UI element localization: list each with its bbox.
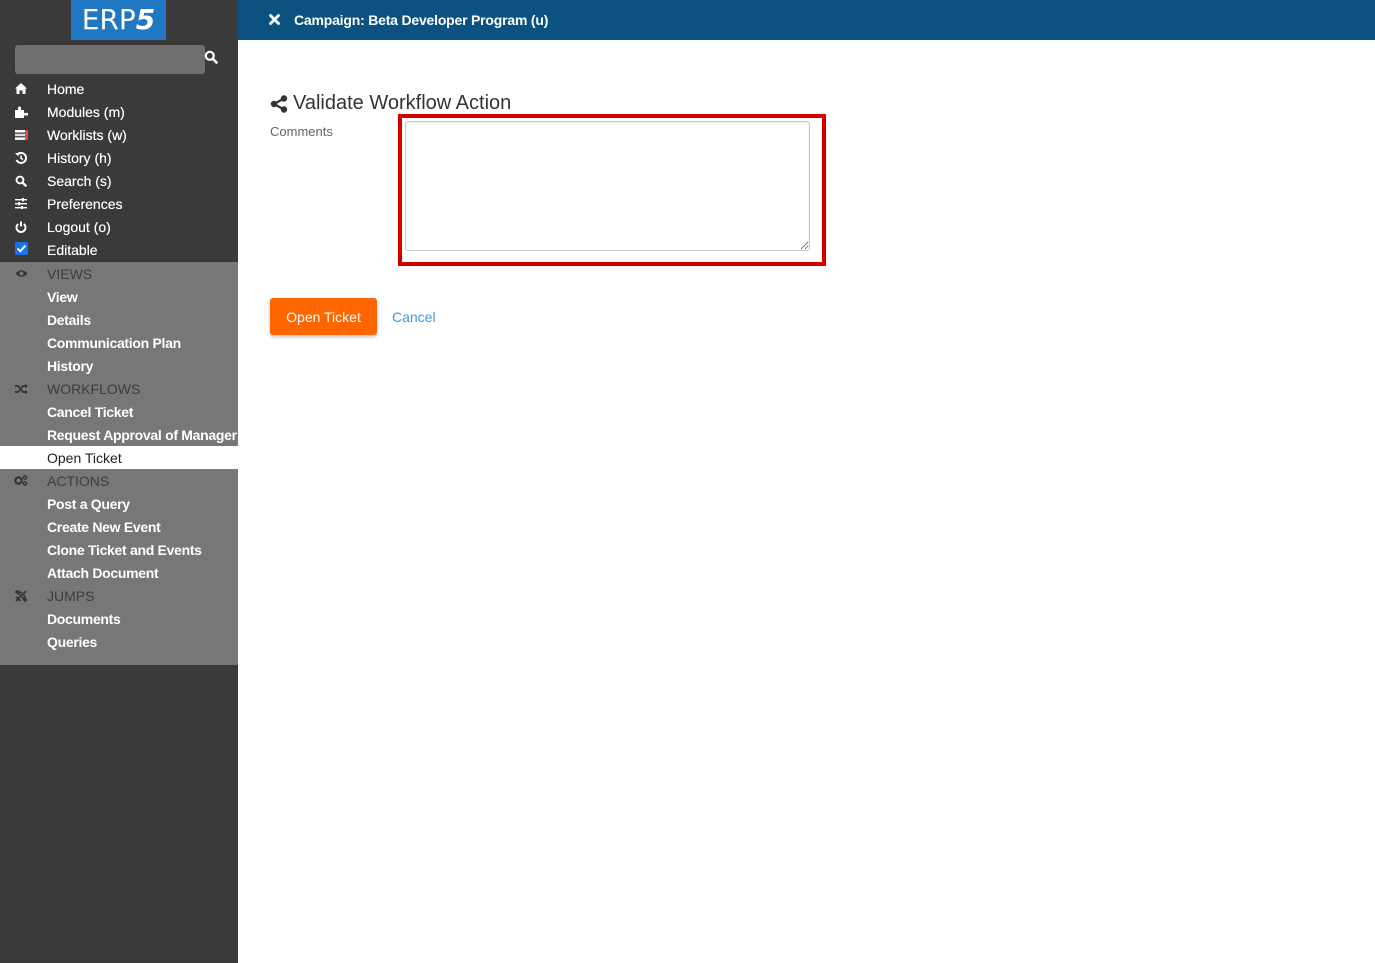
sidebar-item-history-view[interactable]: History xyxy=(0,354,238,377)
erp5-logo[interactable]: ERP5 xyxy=(71,0,166,40)
home-icon xyxy=(14,82,28,96)
sidebar-item-label: Modules (m) xyxy=(47,103,125,120)
cogs-icon xyxy=(14,474,28,488)
sidebar-item-label: Post a Query xyxy=(47,495,130,512)
sidebar-item-modules[interactable]: Modules (m) xyxy=(0,100,238,123)
sidebar-item-label: View xyxy=(47,288,78,305)
sidebar-item-home[interactable]: Home xyxy=(0,77,238,100)
group-title: ACTIONS xyxy=(47,472,110,489)
sidebar-item-post-query[interactable]: Post a Query xyxy=(0,492,238,515)
sidebar-groups: VIEWS View Details Communication Plan Hi… xyxy=(0,262,238,665)
sidebar-item-search[interactable]: Search (s) xyxy=(0,169,238,192)
views-header: VIEWS xyxy=(0,262,238,285)
plane-icon xyxy=(14,589,28,603)
sidebar-item-open-ticket[interactable]: Open Ticket xyxy=(0,446,238,469)
actions-header: ACTIONS xyxy=(0,469,238,492)
sidebar-item-label: Search (s) xyxy=(47,172,112,189)
history-icon xyxy=(14,151,28,165)
sidebar-item-label: Create New Event xyxy=(47,518,161,535)
sidebar-item-label: Home xyxy=(47,80,85,97)
sidebar-item-preferences[interactable]: Preferences xyxy=(0,192,238,215)
sidebar-item-label: Open Ticket xyxy=(47,449,122,466)
sidebar-item-worklists[interactable]: Worklists (w) xyxy=(0,123,238,146)
close-icon[interactable] xyxy=(269,12,281,26)
sidebar-item-label: Preferences xyxy=(47,195,123,212)
random-icon xyxy=(14,382,28,396)
sidebar-item-queries[interactable]: Queries xyxy=(0,630,238,653)
sidebar-item-clone-ticket[interactable]: Clone Ticket and Events xyxy=(0,538,238,561)
sidebar-item-label: History xyxy=(47,357,94,374)
search-icon xyxy=(14,174,28,188)
group-footer-spacer xyxy=(0,653,238,665)
main-content: Validate Workflow Action Comments Open T… xyxy=(238,40,1375,963)
sidebar-item-request-approval[interactable]: Request Approval of Manager xyxy=(0,423,238,446)
group-title: WORKFLOWS xyxy=(47,380,141,397)
sidebar-item-history[interactable]: History (h) xyxy=(0,146,238,169)
editable-toggle[interactable]: Editable xyxy=(0,238,238,262)
sidebar-item-label: Documents xyxy=(47,610,121,627)
logo-text: ERP xyxy=(81,3,136,36)
sidebar-item-logout[interactable]: Logout (o) xyxy=(0,215,238,238)
puzzle-icon xyxy=(14,105,28,119)
sidebar-item-label: Details xyxy=(47,311,91,328)
comments-textarea[interactable] xyxy=(405,121,810,251)
sidebar-item-label: Clone Ticket and Events xyxy=(47,541,202,558)
sidebar-item-communication-plan[interactable]: Communication Plan xyxy=(0,331,238,354)
form-title: Validate Workflow Action xyxy=(293,92,512,114)
search-button[interactable] xyxy=(204,50,220,66)
sidebar-item-label: Communication Plan xyxy=(47,334,181,351)
sidebar-item-label: Worklists (w) xyxy=(47,126,127,143)
search-icon xyxy=(204,50,218,64)
editable-label: Editable xyxy=(47,242,98,258)
sidebar-item-label: Queries xyxy=(47,633,98,650)
comments-label: Comments xyxy=(270,124,333,139)
power-icon xyxy=(14,220,28,234)
sliders-icon xyxy=(14,197,28,211)
sidebar-nav: Home Modules (m) Worklists (w) History (… xyxy=(0,77,238,665)
eye-icon xyxy=(14,267,28,281)
group-title: VIEWS xyxy=(47,265,93,282)
logo-suffix: 5 xyxy=(135,3,156,36)
sidebar-item-label: Logout (o) xyxy=(47,218,111,235)
sidebar-item-attach-document[interactable]: Attach Document xyxy=(0,561,238,584)
share-icon xyxy=(270,94,288,113)
list-icon xyxy=(14,128,28,142)
sidebar-item-cancel-ticket[interactable]: Cancel Ticket xyxy=(0,400,238,423)
sidebar: ERP5 Home Modules (m) Worklists (w) Hist… xyxy=(0,0,238,963)
cancel-link[interactable]: Cancel xyxy=(392,309,436,325)
sidebar-item-view[interactable]: View xyxy=(0,285,238,308)
page-breadcrumb-title[interactable]: Campaign: Beta Developer Program (u) xyxy=(294,12,548,28)
group-title: JUMPS xyxy=(47,587,95,604)
search-input[interactable] xyxy=(15,45,205,74)
sidebar-item-create-event[interactable]: Create New Event xyxy=(0,515,238,538)
editable-checkbox[interactable] xyxy=(15,242,28,255)
sidebar-item-details[interactable]: Details xyxy=(0,308,238,331)
sidebar-item-label: Cancel Ticket xyxy=(47,403,134,420)
form-heading: Validate Workflow Action xyxy=(270,92,511,115)
sidebar-item-label: Attach Document xyxy=(47,564,159,581)
sidebar-item-documents[interactable]: Documents xyxy=(0,607,238,630)
open-ticket-button[interactable]: Open Ticket xyxy=(270,298,377,335)
sidebar-item-label: Request Approval of Manager xyxy=(47,426,237,443)
workflows-header: WORKFLOWS xyxy=(0,377,238,400)
jumps-header: JUMPS xyxy=(0,584,238,607)
header-bar: Campaign: Beta Developer Program (u) xyxy=(238,0,1375,40)
sidebar-item-label: History (h) xyxy=(47,149,112,166)
